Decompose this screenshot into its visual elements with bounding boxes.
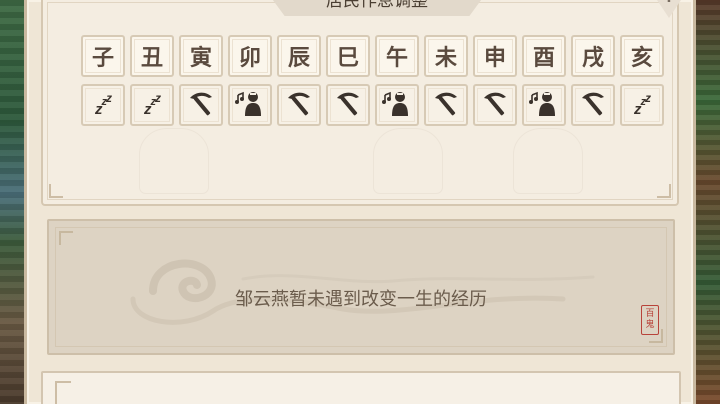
- hour-cell: 子: [81, 35, 125, 77]
- card-corner-ornament: [49, 184, 63, 198]
- hour-label: 亥: [630, 45, 653, 71]
- activity-cell-work[interactable]: [473, 84, 517, 126]
- hour-label: 寅: [189, 45, 212, 71]
- card-corner-ornament: [55, 381, 71, 404]
- activity-cell-work[interactable]: [277, 84, 321, 126]
- music-person-icon: [234, 89, 266, 121]
- sleep-icon: zzz: [634, 90, 651, 118]
- activity-cell-work[interactable]: [179, 84, 223, 126]
- hour-cell: 巳: [326, 35, 370, 77]
- sleep-icon: zzz: [144, 90, 161, 118]
- hour-label: 辰: [287, 45, 310, 71]
- faded-portrait: [139, 128, 209, 194]
- alert-badge[interactable]: !: [649, 0, 689, 18]
- pickaxe-icon: [333, 89, 363, 121]
- resident-detail-panel: 居民作息调整 ! 子丑寅卯辰巳午未申酉戌亥 zzz zzz zzz 邹云燕暂未遇到改…: [24, 0, 696, 404]
- pickaxe-icon: [186, 89, 216, 121]
- pickaxe-icon: [480, 89, 510, 121]
- music-person-icon: [381, 89, 413, 121]
- schedule-card: 居民作息调整 ! 子丑寅卯辰巳午未申酉戌亥 zzz zzz zzz: [41, 0, 689, 206]
- activity-cell-work[interactable]: [424, 84, 468, 126]
- next-section-card: [41, 371, 681, 404]
- music-person-icon: [528, 89, 560, 121]
- activity-cell-leisure[interactable]: [522, 84, 566, 126]
- activity-row: zzz zzz zzz: [81, 84, 669, 126]
- alert-icon: !: [649, 0, 689, 6]
- activity-cell-sleep[interactable]: zzz: [81, 84, 125, 126]
- life-experience-card: 邹云燕暂未遇到改变一生的经历 百鬼: [47, 219, 675, 355]
- hour-label: 丑: [140, 45, 163, 71]
- red-seal-stamp: 百鬼: [641, 305, 659, 335]
- hour-label: 子: [91, 45, 114, 71]
- activity-cell-leisure[interactable]: [228, 84, 272, 126]
- hour-label: 酉: [532, 45, 555, 71]
- faded-portrait: [513, 128, 583, 194]
- hour-cell: 亥: [620, 35, 664, 77]
- hour-row: 子丑寅卯辰巳午未申酉戌亥: [81, 35, 669, 77]
- hour-cell: 戌: [571, 35, 615, 77]
- hour-cell: 未: [424, 35, 468, 77]
- hour-label: 未: [434, 45, 457, 71]
- pickaxe-icon: [284, 89, 314, 121]
- card-corner-ornament: [59, 231, 73, 245]
- activity-cell-work[interactable]: [326, 84, 370, 126]
- hour-cell: 丑: [130, 35, 174, 77]
- hour-cell: 酉: [522, 35, 566, 77]
- hour-label: 卯: [238, 45, 261, 71]
- faded-portrait: [373, 128, 443, 194]
- schedule-title: 居民作息调整: [267, 0, 487, 16]
- activity-cell-sleep[interactable]: zzz: [620, 84, 664, 126]
- card-corner-ornament: [657, 184, 671, 198]
- pickaxe-icon: [578, 89, 608, 121]
- schedule-title-text: 居民作息调整: [326, 0, 428, 11]
- hour-cell: 午: [375, 35, 419, 77]
- empty-experience-message: 邹云燕暂未遇到改变一生的经历: [235, 289, 487, 310]
- game-world-right-edge: [692, 0, 720, 404]
- activity-cell-sleep[interactable]: zzz: [130, 84, 174, 126]
- hour-label: 申: [483, 45, 506, 71]
- hour-label: 戌: [581, 45, 604, 71]
- activity-cell-work[interactable]: [571, 84, 615, 126]
- activity-cell-leisure[interactable]: [375, 84, 419, 126]
- hour-cell: 辰: [277, 35, 321, 77]
- sleep-icon: zzz: [95, 90, 112, 118]
- hour-label: 午: [385, 45, 408, 71]
- pickaxe-icon: [431, 89, 461, 121]
- hour-cell: 申: [473, 35, 517, 77]
- hour-label: 巳: [336, 45, 359, 71]
- hour-cell: 寅: [179, 35, 223, 77]
- hour-cell: 卯: [228, 35, 272, 77]
